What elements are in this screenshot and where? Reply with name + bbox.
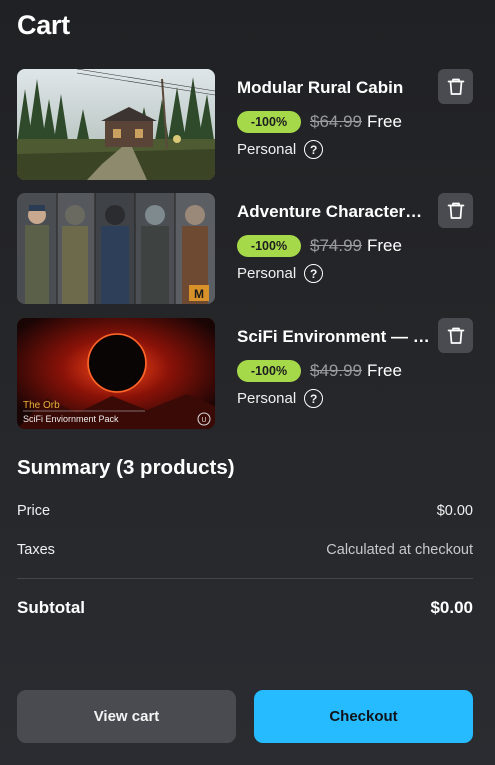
trash-icon [447,78,464,95]
question-circle-icon[interactable]: ? [304,140,324,159]
product-thumbnail[interactable]: M [17,193,215,304]
product-thumbnail[interactable]: The Orb SciFi Enviornment Pack U [17,318,215,429]
cart-item: M Adventure Character… -100% $74.99 Free… [17,193,473,304]
product-name[interactable]: Modular Rural Cabin [237,78,435,98]
question-circle-icon[interactable]: ? [304,264,324,283]
current-price: Free [367,361,402,380]
cart-item: Modular Rural Cabin -100% $64.99 Free Pe… [17,69,473,180]
price-row: -100% $74.99 Free [237,235,402,257]
view-cart-button[interactable]: View cart [17,690,236,743]
thumbnail-badge: U [201,417,206,424]
current-price: Free [367,112,402,131]
original-price: $74.99 [310,236,362,255]
original-price: $64.99 [310,112,362,131]
page-title: Cart [17,10,70,40]
thumbnail-badge: M [194,287,204,301]
price-row: -100% $64.99 Free [237,111,402,133]
trash-icon [447,202,464,219]
remove-item-button[interactable] [438,193,473,228]
license-row: Personal ? [237,140,324,159]
summary-title: Summary (3 products) [17,456,235,479]
subtotal-value: $0.00 [430,598,473,617]
original-price: $49.99 [310,361,362,380]
price-row: -100% $49.99 Free [237,360,402,382]
product-thumbnail[interactable] [17,69,215,180]
summary-price-row: Price $0.00 [17,503,473,519]
cart-item: The Orb SciFi Enviornment Pack U SciFi E… [17,318,473,429]
remove-item-button[interactable] [438,69,473,104]
question-circle-icon[interactable]: ? [304,389,324,408]
summary-taxes-row: Taxes Calculated at checkout [17,542,473,558]
taxes-value: Calculated at checkout [326,542,473,558]
subtotal-label: Subtotal [17,598,85,617]
discount-badge: -100% [237,235,301,257]
price-value: $0.00 [436,503,473,519]
summary-divider [17,578,473,579]
price-label: Price [17,503,51,519]
thumbnail-subtitle: SciFi Enviornment Pack [23,414,119,424]
product-name[interactable]: Adventure Character… [237,202,435,222]
trash-icon [447,327,464,344]
license-row: Personal ? [237,264,324,283]
license-label: Personal [237,141,297,158]
thumbnail-title: The Orb [23,400,60,411]
current-price: Free [367,236,402,255]
discount-badge: -100% [237,111,301,133]
checkout-button[interactable]: Checkout [254,690,473,743]
license-row: Personal ? [237,389,324,408]
subtotal-row: Subtotal $0.00 [17,598,473,618]
taxes-label: Taxes [17,542,55,558]
discount-badge: -100% [237,360,301,382]
license-label: Personal [237,265,297,282]
product-name[interactable]: SciFi Environment — … [237,327,435,347]
license-label: Personal [237,390,297,407]
remove-item-button[interactable] [438,318,473,353]
